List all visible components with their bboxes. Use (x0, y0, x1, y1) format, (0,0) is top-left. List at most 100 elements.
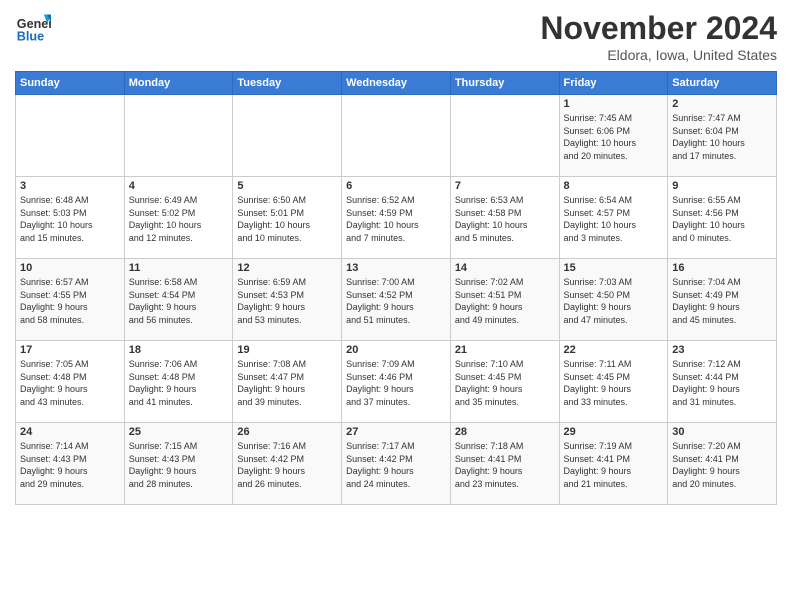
day-number: 2 (672, 98, 772, 110)
day-number: 4 (129, 180, 229, 192)
calendar-cell (233, 95, 342, 177)
day-info: Sunrise: 7:04 AM Sunset: 4:49 PM Dayligh… (672, 276, 772, 326)
day-info: Sunrise: 7:09 AM Sunset: 4:46 PM Dayligh… (346, 358, 446, 408)
calendar-cell: 13Sunrise: 7:00 AM Sunset: 4:52 PM Dayli… (342, 259, 451, 341)
calendar-cell: 26 Sunrise: 7:16 AM Sunset: 4:42 PM Dayli… (233, 423, 342, 505)
day-info: Sunrise: 6:50 AM Sunset: 5:01 PM Dayligh… (237, 194, 337, 244)
calendar-cell: 8 Sunrise: 6:54 AM Sunset: 4:57 PM Daylig… (559, 177, 668, 259)
day-info: Sunrise: 7:17 AM Sunset: 4:42 PM Dayligh… (346, 440, 446, 490)
day-info: Sunrise: 7:14 AM Sunset: 4:43 PM Dayligh… (20, 440, 120, 490)
day-number: 26 (237, 426, 337, 438)
day-info: Sunrise: 6:55 AM Sunset: 4:56 PM Dayligh… (672, 194, 772, 244)
calendar-cell: 1 Sunrise: 7:45 AM Sunset: 6:06 PM Daylig… (559, 95, 668, 177)
day-number: 28 (455, 426, 555, 438)
calendar-cell: 19Sunrise: 7:08 AM Sunset: 4:47 PM Dayli… (233, 341, 342, 423)
day-info: Sunrise: 6:52 AM Sunset: 4:59 PM Dayligh… (346, 194, 446, 244)
calendar-week-2: 3Sunrise: 6:48 AM Sunset: 5:03 PM Daylig… (16, 177, 777, 259)
weekday-header-thursday: Thursday (450, 72, 559, 95)
calendar-cell: 18Sunrise: 7:06 AM Sunset: 4:48 PM Dayli… (124, 341, 233, 423)
calendar-cell: 5 Sunrise: 6:50 AM Sunset: 5:01 PM Daylig… (233, 177, 342, 259)
day-number: 27 (346, 426, 446, 438)
day-number: 10 (20, 262, 120, 274)
calendar-cell: 22Sunrise: 7:11 AM Sunset: 4:45 PM Dayli… (559, 341, 668, 423)
calendar-cell: 11Sunrise: 6:58 AM Sunset: 4:54 PM Dayli… (124, 259, 233, 341)
day-info: Sunrise: 7:10 AM Sunset: 4:45 PM Dayligh… (455, 358, 555, 408)
svg-text:Blue: Blue (17, 30, 44, 44)
calendar-cell: 24 Sunrise: 7:14 AM Sunset: 4:43 PM Dayli… (16, 423, 125, 505)
calendar-cell (124, 95, 233, 177)
calendar-cell: 4 Sunrise: 6:49 AM Sunset: 5:02 PM Daylig… (124, 177, 233, 259)
day-info: Sunrise: 7:18 AM Sunset: 4:41 PM Dayligh… (455, 440, 555, 490)
logo: General Blue (15, 10, 51, 46)
day-number: 13 (346, 262, 446, 274)
calendar-week-3: 10 Sunrise: 6:57 AM Sunset: 4:55 PM Dayli… (16, 259, 777, 341)
calendar-cell: 10 Sunrise: 6:57 AM Sunset: 4:55 PM Dayli… (16, 259, 125, 341)
day-info: Sunrise: 7:03 AM Sunset: 4:50 PM Dayligh… (564, 276, 664, 326)
day-number: 12 (237, 262, 337, 274)
day-number: 9 (672, 180, 772, 192)
weekday-header-wednesday: Wednesday (342, 72, 451, 95)
day-info: Sunrise: 7:15 AM Sunset: 4:43 PM Dayligh… (129, 440, 229, 490)
day-info: Sunrise: 6:49 AM Sunset: 5:02 PM Dayligh… (129, 194, 229, 244)
header: General Blue November 2024 Eldora, Iowa,… (15, 10, 777, 63)
calendar-cell: 2 Sunrise: 7:47 AM Sunset: 6:04 PM Daylig… (668, 95, 777, 177)
day-info: Sunrise: 7:16 AM Sunset: 4:42 PM Dayligh… (237, 440, 337, 490)
day-info: Sunrise: 7:05 AM Sunset: 4:48 PM Dayligh… (20, 358, 120, 408)
weekday-header-saturday: Saturday (668, 72, 777, 95)
day-info: Sunrise: 7:02 AM Sunset: 4:51 PM Dayligh… (455, 276, 555, 326)
calendar-cell: 28 Sunrise: 7:18 AM Sunset: 4:41 PM Dayli… (450, 423, 559, 505)
day-number: 6 (346, 180, 446, 192)
day-number: 8 (564, 180, 664, 192)
calendar-cell (342, 95, 451, 177)
day-number: 15 (564, 262, 664, 274)
day-info: Sunrise: 7:20 AM Sunset: 4:41 PM Dayligh… (672, 440, 772, 490)
calendar-week-4: 17 Sunrise: 7:05 AM Sunset: 4:48 PM Dayli… (16, 341, 777, 423)
day-number: 30 (672, 426, 772, 438)
weekday-header-tuesday: Tuesday (233, 72, 342, 95)
title-area: November 2024 Eldora, Iowa, United State… (540, 10, 777, 63)
calendar-body: 1 Sunrise: 7:45 AM Sunset: 6:06 PM Daylig… (16, 95, 777, 505)
calendar-cell: 17 Sunrise: 7:05 AM Sunset: 4:48 PM Dayli… (16, 341, 125, 423)
calendar-cell: 6 Sunrise: 6:52 AM Sunset: 4:59 PM Daylig… (342, 177, 451, 259)
calendar-cell: 30 Sunrise: 7:20 AM Sunset: 4:41 PM Dayli… (668, 423, 777, 505)
weekday-header-friday: Friday (559, 72, 668, 95)
day-number: 29 (564, 426, 664, 438)
day-number: 16 (672, 262, 772, 274)
day-info: Sunrise: 7:11 AM Sunset: 4:45 PM Dayligh… (564, 358, 664, 408)
day-info: Sunrise: 6:54 AM Sunset: 4:57 PM Dayligh… (564, 194, 664, 244)
calendar-cell: 9 Sunrise: 6:55 AM Sunset: 4:56 PM Daylig… (668, 177, 777, 259)
day-number: 24 (20, 426, 120, 438)
day-info: Sunrise: 6:53 AM Sunset: 4:58 PM Dayligh… (455, 194, 555, 244)
calendar-week-1: 1 Sunrise: 7:45 AM Sunset: 6:06 PM Daylig… (16, 95, 777, 177)
day-number: 1 (564, 98, 664, 110)
calendar-cell (16, 95, 125, 177)
day-info: Sunrise: 6:48 AM Sunset: 5:03 PM Dayligh… (20, 194, 120, 244)
calendar-cell: 29 Sunrise: 7:19 AM Sunset: 4:41 PM Dayli… (559, 423, 668, 505)
calendar-cell: 3Sunrise: 6:48 AM Sunset: 5:03 PM Daylig… (16, 177, 125, 259)
location-label: Eldora, Iowa, United States (540, 47, 777, 63)
day-number: 25 (129, 426, 229, 438)
calendar-cell: 20 Sunrise: 7:09 AM Sunset: 4:46 PM Dayli… (342, 341, 451, 423)
calendar-cell: 15 Sunrise: 7:03 AM Sunset: 4:50 PM Dayli… (559, 259, 668, 341)
weekday-header-row: SundayMondayTuesdayWednesdayThursdayFrid… (16, 72, 777, 95)
day-number: 23 (672, 344, 772, 356)
day-info: Sunrise: 7:19 AM Sunset: 4:41 PM Dayligh… (564, 440, 664, 490)
calendar-header: SundayMondayTuesdayWednesdayThursdayFrid… (16, 72, 777, 95)
calendar-cell: 16 Sunrise: 7:04 AM Sunset: 4:49 PM Dayli… (668, 259, 777, 341)
day-info: Sunrise: 7:47 AM Sunset: 6:04 PM Dayligh… (672, 112, 772, 162)
day-number: 20 (346, 344, 446, 356)
day-number: 5 (237, 180, 337, 192)
day-number: 19 (237, 344, 337, 356)
day-number: 11 (129, 262, 229, 274)
calendar-cell: 27 Sunrise: 7:17 AM Sunset: 4:42 PM Dayli… (342, 423, 451, 505)
logo-icon: General Blue (15, 10, 51, 46)
day-info: Sunrise: 6:57 AM Sunset: 4:55 PM Dayligh… (20, 276, 120, 326)
calendar-cell: 23Sunrise: 7:12 AM Sunset: 4:44 PM Dayli… (668, 341, 777, 423)
calendar-week-5: 24 Sunrise: 7:14 AM Sunset: 4:43 PM Dayli… (16, 423, 777, 505)
calendar-cell: 7Sunrise: 6:53 AM Sunset: 4:58 PM Daylig… (450, 177, 559, 259)
day-number: 17 (20, 344, 120, 356)
day-number: 14 (455, 262, 555, 274)
calendar-cell: 25 Sunrise: 7:15 AM Sunset: 4:43 PM Dayli… (124, 423, 233, 505)
day-info: Sunrise: 7:45 AM Sunset: 6:06 PM Dayligh… (564, 112, 664, 162)
day-info: Sunrise: 7:06 AM Sunset: 4:48 PM Dayligh… (129, 358, 229, 408)
